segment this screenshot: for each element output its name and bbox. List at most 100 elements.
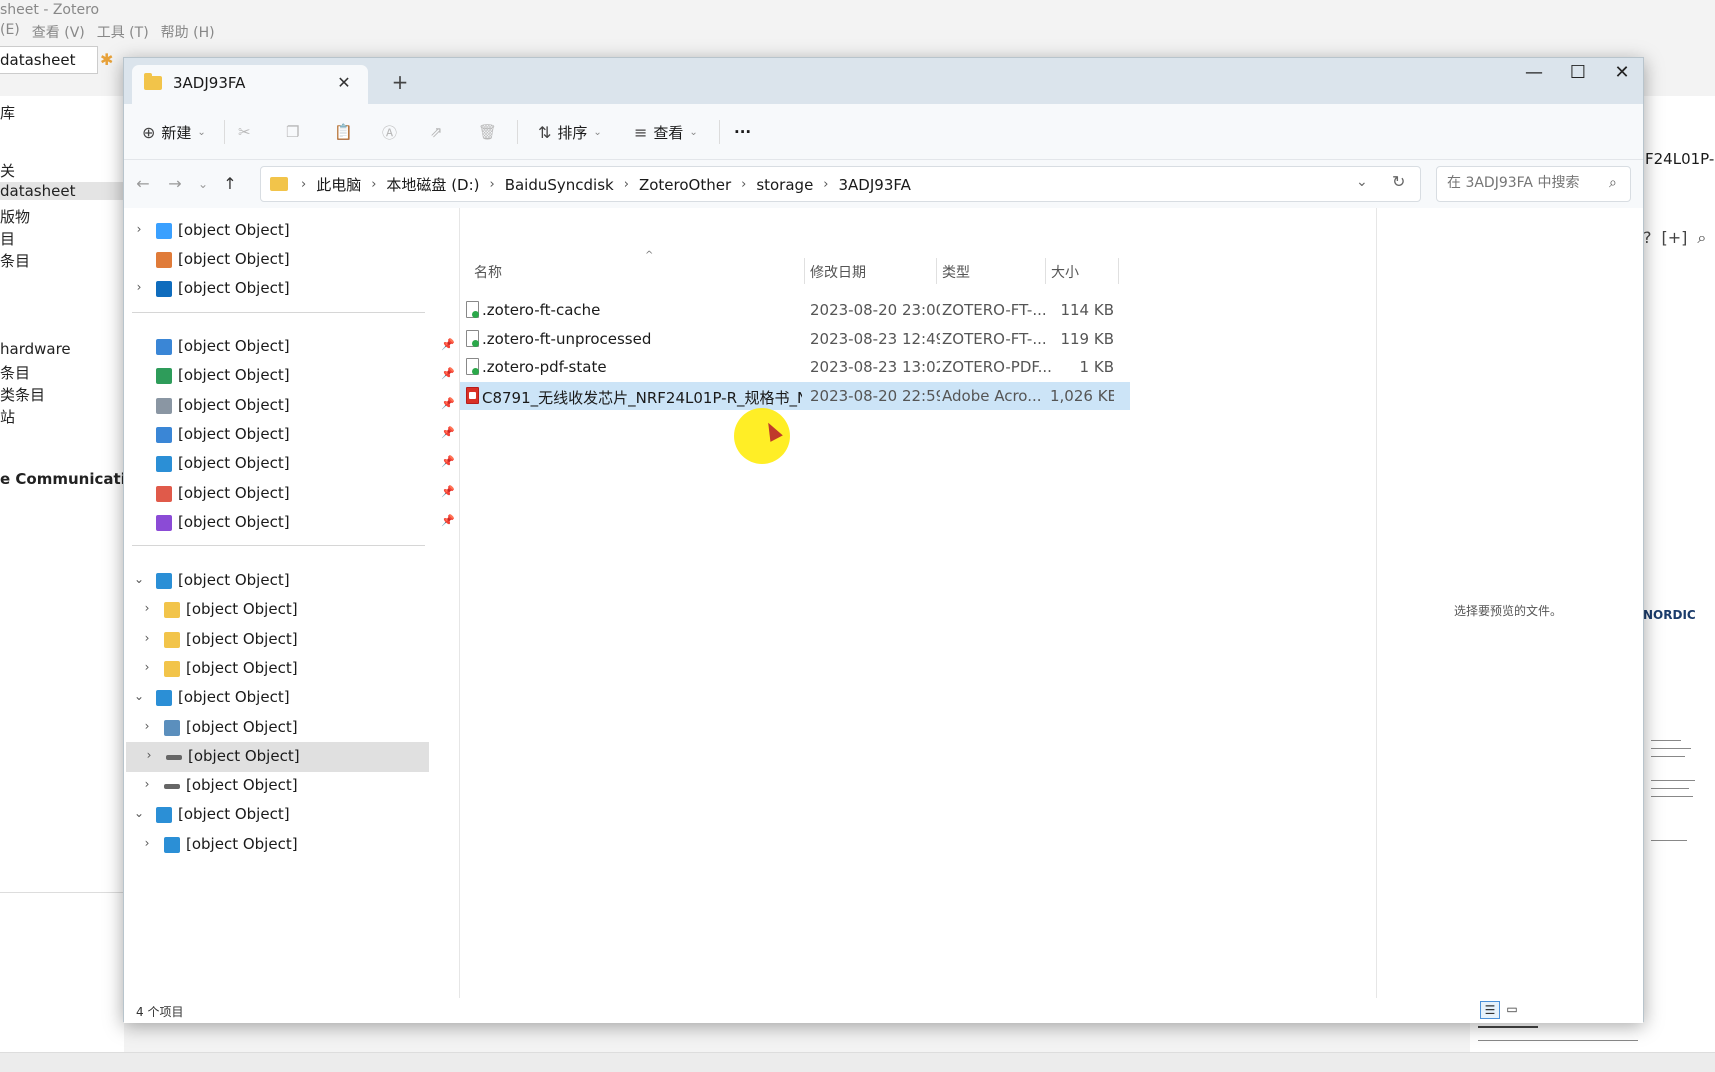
sidebar-item[interactable]: › [object Object] [124,595,451,625]
column-header-date[interactable]: 修改日期 [810,262,866,282]
sidebar-item[interactable]: › [object Object] [124,654,451,684]
breadcrumb-baidusyncdisk[interactable]: BaiduSyncdisk [505,176,614,194]
forward-arrow-icon[interactable]: → [164,173,186,195]
breadcrumb-zoteroother[interactable]: ZoteroOther [639,176,731,194]
collection-item[interactable]: 条目 [0,250,30,271]
view-button[interactable]: ≡ 查看 ⌄ [634,116,698,148]
collection-item[interactable]: hardware [0,340,71,358]
collection-item[interactable]: 站 [0,406,15,427]
sidebar-item-label: [object Object] [186,776,298,795]
add-note-icon[interactable]: [+] [1662,228,1688,248]
breadcrumb-this-pc[interactable]: 此电脑 [316,174,361,195]
search-icon[interactable]: ⌕ [1609,175,1617,191]
chevron-right-icon[interactable]: › [132,280,146,294]
collection-item[interactable]: 版物 [0,206,30,227]
sidebar-item[interactable]: › [object Object] [124,830,451,860]
more-options-button[interactable]: ··· [734,116,751,148]
search-input[interactable] [1445,174,1605,192]
sidebar-item[interactable]: › [object Object] [124,274,451,304]
share-icon[interactable]: ⇗ [430,116,443,148]
chevron-right-icon[interactable]: › [140,660,154,674]
sidebar-item[interactable]: [object Object] 📌 [124,508,455,538]
sidebar-item[interactable]: › [object Object] [124,216,451,246]
collection-item[interactable]: datasheet [0,182,124,200]
column-header-type[interactable]: 类型 [942,262,970,282]
column-header-size[interactable]: 大小 [1051,262,1079,282]
sidebar-item[interactable]: [object Object] 📌 [124,479,455,509]
breadcrumb-3adj93fa[interactable]: 3ADJ93FA [839,176,911,194]
sidebar-item[interactable]: › [object Object] [124,625,451,655]
collection-item[interactable]: 条目 [0,362,30,383]
background-pdf-page [1643,740,1715,1070]
computer-icon [156,456,172,473]
tab-3adj93fa[interactable]: 3ADJ93FA ✕ [132,65,368,104]
collection-item[interactable]: 库 [0,102,15,123]
cut-icon[interactable]: ✂ [238,116,251,148]
new-button[interactable]: ⊕ 新建 ⌄ [142,116,206,148]
sidebar-item[interactable]: ⌄ [object Object] [124,683,451,713]
sidebar-item[interactable]: [object Object] 📌 [124,391,455,421]
address-bar[interactable]: › 此电脑 › 本地磁盘 (D:) › BaiduSyncdisk › Zote… [260,166,1421,202]
details-view-icon[interactable]: ☰ [1480,1001,1500,1019]
refresh-icon[interactable]: ↻ [1392,172,1405,191]
copy-icon[interactable]: ❐ [286,116,299,148]
sidebar-item[interactable]: [object Object] 📌 [124,420,455,450]
chevron-right-icon[interactable]: › [140,601,154,615]
sidebar-item[interactable]: [object Object] 📌 [124,449,455,479]
sidebar-item[interactable]: [object Object] [124,245,451,275]
address-history-chevron-icon[interactable]: ⌄ [1356,174,1368,190]
delete-icon[interactable]: 🗑 [478,116,497,148]
close-button[interactable]: ✕ [1599,58,1645,90]
collection-item[interactable]: 关 [0,160,15,181]
background-tab[interactable]: datasheet [0,46,98,74]
sidebar-item[interactable]: › [object Object] [124,713,451,743]
pin-icon: 📌 [441,338,455,351]
sidebar-item-label: [object Object] [186,834,298,853]
paste-icon[interactable]: 📋 [334,116,353,148]
minimize-button[interactable]: — [1511,58,1557,90]
chevron-down-icon: ⌄ [593,126,602,138]
tab-close-icon[interactable]: ✕ [332,71,356,95]
file-row[interactable]: C8791_无线收发芯片_NRF24L01P-R_规格书_NO... 2023-0… [460,381,1130,410]
search-icon[interactable]: ⌕ [1697,228,1706,248]
collection-item[interactable]: 类条目 [0,384,45,405]
chevron-right-icon[interactable]: › [140,631,154,645]
file-row[interactable]: .zotero-pdf-state 2023-08-23 13:02 ZOTERO-… [460,353,1130,381]
chevron-right-icon[interactable]: › [142,748,156,762]
sidebar-item[interactable]: › [object Object] [126,741,429,772]
sidebar-item[interactable]: [object Object] 📌 [124,332,455,362]
rename-icon[interactable]: Ⓐ [382,116,397,148]
recent-locations-icon[interactable]: ⌄ [192,173,214,195]
large-icons-view-icon[interactable]: ▭ [1502,1001,1522,1019]
chevron-right-icon[interactable]: › [140,836,154,850]
collection-item[interactable]: 目 [0,228,15,249]
chevron-right-icon[interactable]: › [140,777,154,791]
breadcrumb-storage[interactable]: storage [756,176,813,194]
chevron-down-icon[interactable]: ⌄ [132,806,146,820]
chevron-right-icon[interactable]: › [140,719,154,733]
sidebar-item[interactable]: ⌄ [object Object] [124,566,451,596]
menu-tools[interactable]: 工具 (T) [97,22,149,44]
file-row[interactable]: .zotero-ft-cache 2023-08-20 23:00 ZOTERO-F… [460,296,1130,324]
breadcrumb-drive-d[interactable]: 本地磁盘 (D:) [386,174,479,195]
menu-edit[interactable]: (E) [0,22,20,44]
file-row[interactable]: .zotero-ft-unprocessed 2023-08-23 12:49 ZO… [460,325,1130,353]
sidebar-item[interactable]: [object Object] 📌 [124,361,455,391]
sidebar-item[interactable]: › [object Object] [124,771,451,801]
chevron-down-icon[interactable]: ⌄ [132,689,146,703]
back-arrow-icon[interactable]: ← [132,173,154,195]
menu-help[interactable]: 帮助 (H) [161,22,215,44]
chevron-right-icon[interactable]: › [132,222,146,236]
search-box[interactable]: ⌕ [1436,166,1631,202]
chevron-down-icon[interactable]: ⌄ [132,572,146,586]
collection-item[interactable]: e Communicatio [0,470,136,488]
menu-view[interactable]: 查看 (V) [32,22,85,44]
maximize-button[interactable]: ☐ [1555,58,1601,90]
column-header-name[interactable]: 名称 [474,262,502,282]
new-tab-button[interactable]: + [386,68,414,96]
windows-drive-icon [164,719,180,736]
help-icon[interactable]: ? [1643,228,1652,248]
sort-button[interactable]: ⇅ 排序 ⌄ [538,116,602,148]
up-arrow-icon[interactable]: ↑ [219,173,241,195]
sidebar-item[interactable]: ⌄ [object Object] [124,800,451,830]
